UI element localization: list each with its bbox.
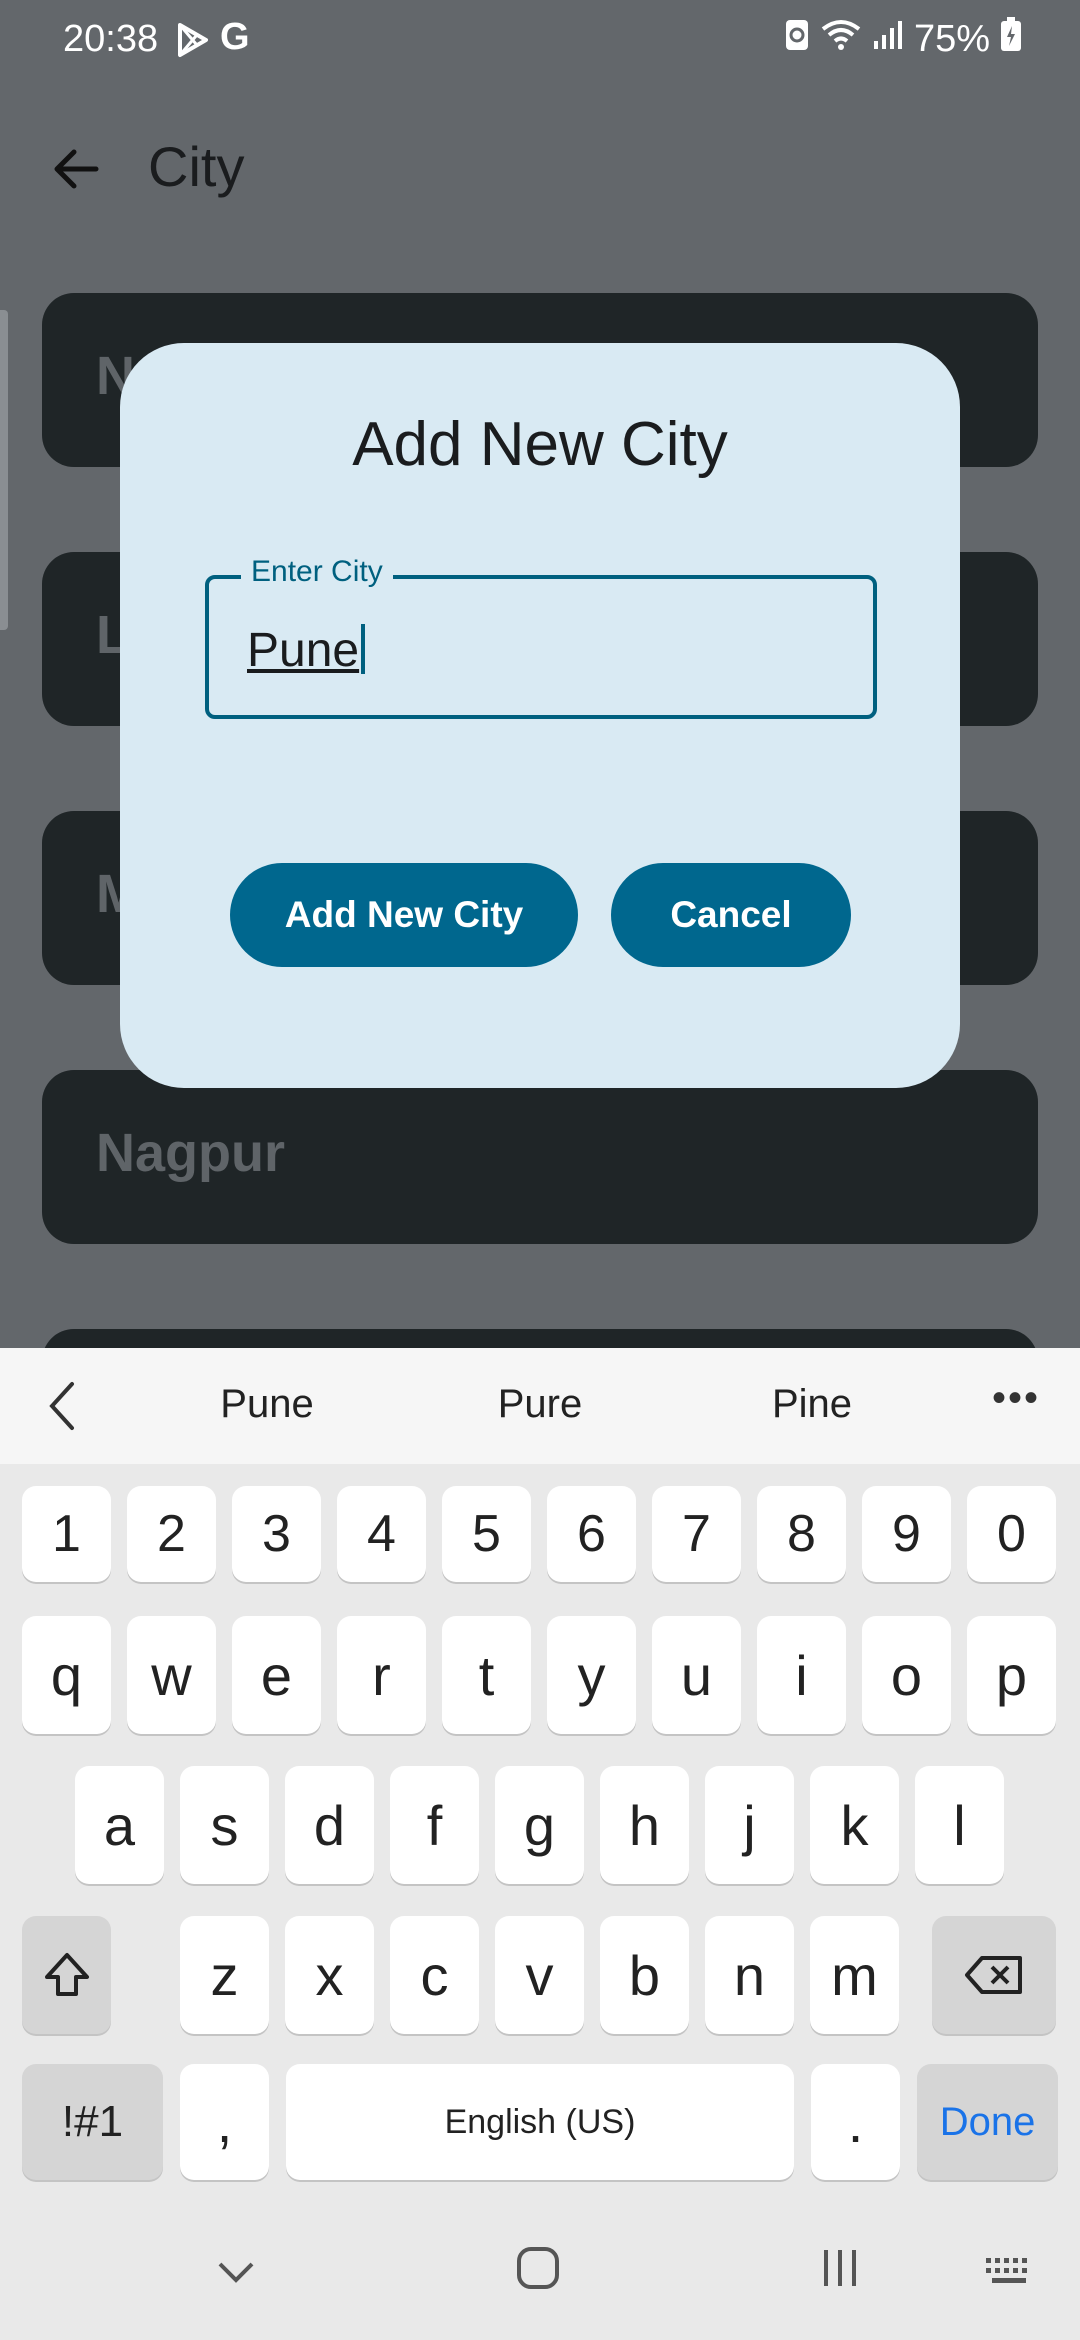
backspace-icon [965,1956,1022,1994]
city-name: Nagpur [96,1123,285,1183]
status-time: 20:38 [63,18,159,60]
space-key[interactable]: English (US) [286,2064,794,2180]
letter-key-u[interactable]: u [652,1616,741,1734]
letter-key-z[interactable]: z [180,1916,269,2034]
keyboard: Pune Pure Pine ••• 1234567890 qwertyuiop a… [0,1348,1080,2340]
letter-key-v[interactable]: v [495,1916,584,2034]
number-key-6[interactable]: 6 [547,1486,636,1582]
letter-key-c[interactable]: c [390,1916,479,2034]
letter-key-p[interactable]: p [967,1616,1056,1734]
letter-key-g[interactable]: g [495,1766,584,1884]
letter-key-s[interactable]: s [180,1766,269,1884]
home-icon[interactable] [516,2246,560,2295]
number-key-2[interactable]: 2 [127,1486,216,1582]
number-key-8[interactable]: 8 [757,1486,846,1582]
hide-keyboard-icon[interactable] [216,2260,256,2289]
add-city-button[interactable]: Add New City [230,863,578,967]
period-key[interactable]: . [811,2064,900,2180]
comma-key[interactable]: , [180,2064,269,2180]
data-saver-icon [784,16,810,62]
battery-percent: 75% [913,17,990,60]
more-options-icon[interactable]: ••• [992,1376,1040,1421]
letter-key-x[interactable]: x [285,1916,374,2034]
symbols-key[interactable]: !#1 [22,2064,163,2180]
battery-icon [1000,16,1022,62]
letter-key-a[interactable]: a [75,1766,164,1884]
suggestion-2[interactable]: Pure [440,1382,640,1427]
letter-key-d[interactable]: d [285,1766,374,1884]
page-title: City [148,135,245,198]
letter-key-q[interactable]: q [22,1616,111,1734]
status-bar: 20:38 G 75% [0,0,1080,80]
letter-key-i[interactable]: i [757,1616,846,1734]
letter-key-h[interactable]: h [600,1766,689,1884]
suggestion-3[interactable]: Pine [712,1382,912,1427]
suggestion-bar: Pune Pure Pine ••• [0,1348,1080,1464]
letter-key-e[interactable]: e [232,1616,321,1734]
city-list-item[interactable]: Nagpur [42,1070,1038,1244]
google-icon: G [220,16,250,58]
text-caret [361,624,366,674]
shift-key[interactable] [22,1916,111,2034]
number-key-9[interactable]: 9 [862,1486,951,1582]
letter-key-j[interactable]: j [705,1766,794,1884]
city-input-label: Enter City [241,555,393,589]
number-key-4[interactable]: 4 [337,1486,426,1582]
letter-key-y[interactable]: y [547,1616,636,1734]
city-input[interactable]: Enter City Pune [205,555,877,719]
letter-key-t[interactable]: t [442,1616,531,1734]
app-bar: City [0,110,1080,230]
wifi-icon [820,17,862,61]
city-input-value[interactable]: Pune [247,623,366,678]
number-key-7[interactable]: 7 [652,1486,741,1582]
letter-key-m[interactable]: m [810,1916,899,2034]
chevron-left-icon[interactable] [44,1380,80,1432]
recent-apps-icon[interactable] [820,2248,860,2293]
done-key[interactable]: Done [917,2064,1058,2180]
letter-key-k[interactable]: k [810,1766,899,1884]
letter-key-r[interactable]: r [337,1616,426,1734]
scroll-indicator [0,310,8,630]
letter-key-l[interactable]: l [915,1766,1004,1884]
add-city-dialog: Add New City Enter City Pune Add New Cit… [120,343,960,1088]
city-input-text: Pune [247,624,360,677]
cancel-button[interactable]: Cancel [611,863,851,967]
letter-key-w[interactable]: w [127,1616,216,1734]
letter-key-o[interactable]: o [862,1616,951,1734]
dialog-title: Add New City [352,410,728,479]
letter-key-f[interactable]: f [390,1766,479,1884]
backspace-key[interactable] [932,1916,1056,2034]
number-key-3[interactable]: 3 [232,1486,321,1582]
signal-icon [872,18,904,61]
status-icons: 75% [784,16,1022,62]
keyboard-switch-icon[interactable] [984,2256,1034,2291]
shift-icon [44,1953,89,1996]
play-store-icon [176,22,210,63]
number-key-0[interactable]: 0 [967,1486,1056,1582]
back-arrow-icon[interactable] [50,143,102,195]
letter-key-n[interactable]: n [705,1916,794,2034]
number-key-1[interactable]: 1 [22,1486,111,1582]
number-key-5[interactable]: 5 [442,1486,531,1582]
letter-key-b[interactable]: b [600,1916,689,2034]
suggestion-1[interactable]: Pune [167,1382,367,1427]
